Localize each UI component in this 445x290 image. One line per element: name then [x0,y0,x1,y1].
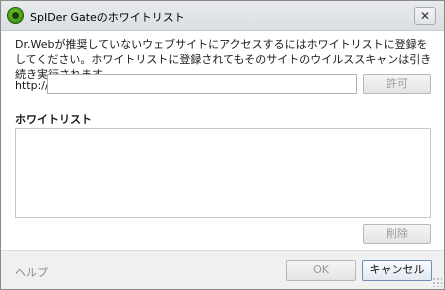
delete-button[interactable]: 削除 [363,224,431,244]
dialog-footer: ヘルプ OK キャンセル [1,250,444,289]
spider-gate-app-icon [7,7,24,24]
resize-grip[interactable] [432,277,442,287]
window-title: SpIDer Gateのホワイトリスト [30,11,185,24]
whitelist-dialog: SpIDer Gateのホワイトリスト ✕ Dr.Webが推奨していないウェブサ… [0,0,445,290]
title-bar[interactable]: SpIDer Gateのホワイトリスト ✕ [1,1,444,31]
url-prefix-label: http:// [15,79,49,92]
allow-button[interactable]: 許可 [363,74,431,94]
cancel-button[interactable]: キャンセル [362,260,432,281]
help-link[interactable]: ヘルプ [15,264,48,280]
ok-button[interactable]: OK [286,260,356,281]
whitelist-heading: ホワイトリスト [15,113,92,126]
url-input[interactable] [47,74,357,94]
close-button[interactable]: ✕ [414,7,436,25]
whitelist-listbox[interactable] [15,128,431,218]
